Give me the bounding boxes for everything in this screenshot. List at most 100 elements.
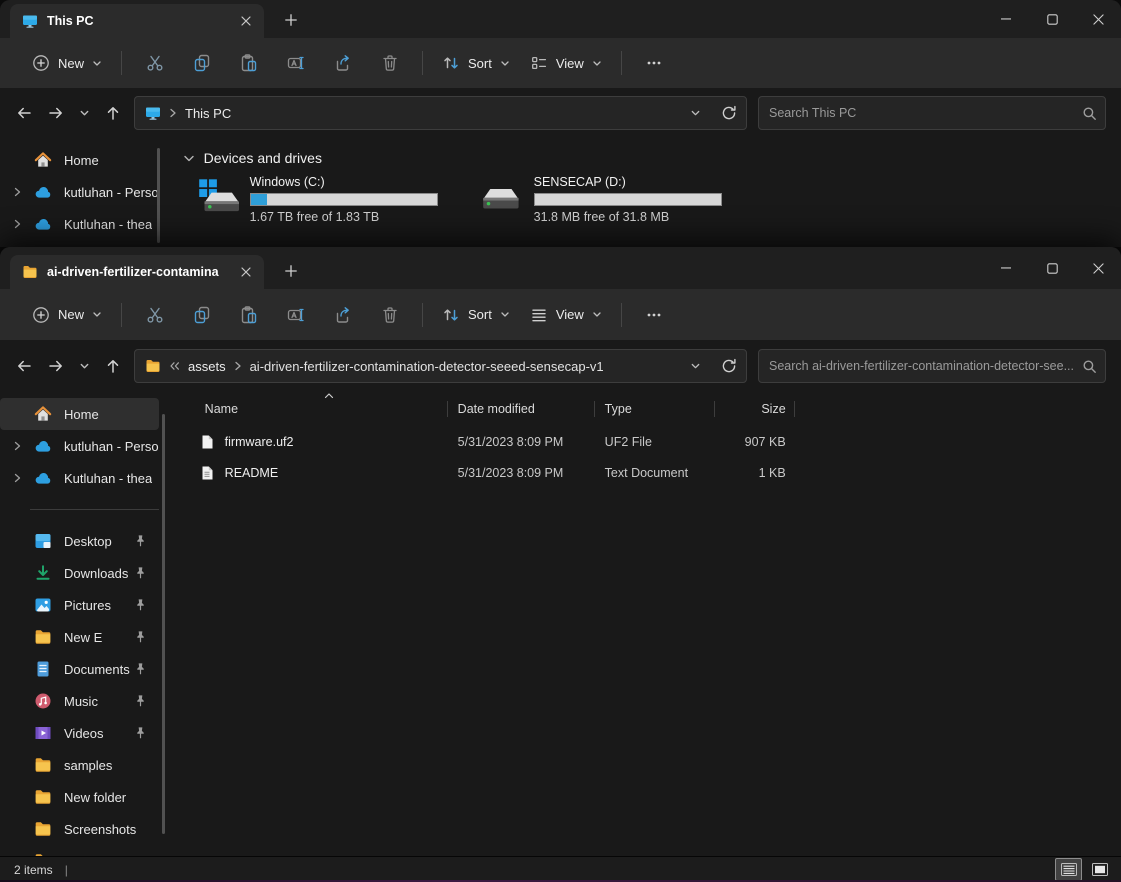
sidebar-item-screenshots[interactable]: Screenshots	[0, 813, 159, 845]
maximize-button[interactable]	[1029, 247, 1075, 289]
sidebar-item-onedrive-work[interactable]: Kutluhan - thea	[0, 208, 159, 240]
sidebar-item-downloads[interactable]: Downloads	[0, 557, 159, 589]
sidebar-item-home[interactable]: Home	[0, 398, 159, 430]
sidebar-item-videos[interactable]: Videos	[0, 717, 159, 749]
sort-button[interactable]: Sort	[432, 300, 520, 330]
address-bar[interactable]: assets ai-driven-fertilizer-contaminatio…	[134, 349, 747, 383]
address-bar[interactable]: This PC	[134, 96, 747, 130]
breadcrumb-assets[interactable]: assets	[188, 359, 226, 374]
sidebar-item-onedrive-personal[interactable]: kutluhan - Perso	[0, 176, 159, 208]
expand-chevron-icon[interactable]	[13, 219, 22, 229]
delete-button[interactable]	[366, 45, 413, 81]
tab-folder[interactable]: ai-driven-fertilizer-contamina	[10, 255, 264, 289]
recent-locations-button[interactable]	[72, 97, 97, 129]
sidebar-item-onedrive-personal[interactable]: kutluhan - Perso	[0, 430, 159, 462]
close-button[interactable]	[1075, 0, 1121, 38]
thumbnail-view-icon	[1092, 863, 1108, 876]
desktop-icon	[34, 532, 52, 550]
up-button[interactable]	[97, 97, 129, 129]
breadcrumb-current-folder[interactable]: ai-driven-fertilizer-contamination-detec…	[250, 359, 604, 374]
new-button[interactable]: New	[22, 48, 112, 78]
sidebar-item-new-folder[interactable]: New folder	[0, 781, 159, 813]
sidebar-item-samples[interactable]: samples	[0, 749, 159, 781]
folder-icon	[34, 756, 52, 774]
address-dropdown-button[interactable]	[682, 100, 708, 126]
column-header-size[interactable]: Size	[715, 392, 795, 426]
search-input[interactable]	[769, 106, 1082, 120]
onedrive-cloud-icon	[34, 471, 52, 486]
toolbar-divider	[121, 51, 122, 75]
more-options-button[interactable]	[631, 297, 678, 333]
share-button[interactable]	[319, 45, 366, 81]
forward-button[interactable]	[40, 350, 72, 382]
tab-this-pc[interactable]: This PC	[10, 4, 264, 38]
file-row-firmware[interactable]: firmware.uf2 5/31/2023 8:09 PM UF2 File …	[185, 426, 1121, 457]
tab-close-button[interactable]	[234, 9, 258, 33]
rename-button[interactable]	[272, 45, 319, 81]
breadcrumb-this-pc[interactable]: This PC	[185, 106, 231, 121]
view-button[interactable]: View	[520, 300, 612, 330]
back-button[interactable]	[8, 97, 40, 129]
delete-button[interactable]	[366, 297, 413, 333]
minimize-button[interactable]	[983, 0, 1029, 38]
new-tab-button[interactable]	[276, 5, 306, 35]
sidebar-item-documents[interactable]: Documents	[0, 653, 159, 685]
sidebar-item-home[interactable]: Home	[0, 144, 159, 176]
copy-button[interactable]	[178, 45, 225, 81]
details-view-toggle[interactable]	[1055, 858, 1082, 881]
ellipsis-icon	[645, 306, 663, 324]
paste-button[interactable]	[225, 45, 272, 81]
back-button[interactable]	[8, 350, 40, 382]
column-header-type[interactable]: Type	[595, 392, 715, 426]
copy-button[interactable]	[178, 297, 225, 333]
cut-button[interactable]	[131, 45, 178, 81]
sidebar-item-label: kutluhan - Perso	[64, 439, 159, 454]
sidebar-item-onedrive-work[interactable]: Kutluhan - thea	[0, 462, 159, 494]
paste-button[interactable]	[225, 297, 272, 333]
file-name: README	[225, 466, 278, 480]
sidebar-item-label: Documents	[64, 662, 130, 677]
maximize-button[interactable]	[1029, 0, 1075, 38]
new-button[interactable]: New	[22, 300, 112, 330]
forward-button[interactable]	[40, 97, 72, 129]
minimize-button[interactable]	[983, 247, 1029, 289]
tab-strip: ai-driven-fertilizer-contamina	[0, 247, 1121, 289]
status-divider: |	[65, 863, 68, 877]
sidebar-scrollbar[interactable]	[157, 148, 160, 243]
sidebar-item-desktop[interactable]: Desktop	[0, 525, 159, 557]
cut-button[interactable]	[131, 297, 178, 333]
section-devices-and-drives[interactable]: Devices and drives	[183, 150, 1121, 166]
view-button[interactable]: View	[520, 48, 612, 78]
search-input[interactable]	[769, 359, 1082, 373]
close-button[interactable]	[1075, 247, 1121, 289]
sidebar-item-pictures[interactable]: Pictures	[0, 589, 159, 621]
sidebar-item-new-e[interactable]: New E	[0, 621, 159, 653]
thumbnail-view-toggle[interactable]	[1086, 858, 1113, 881]
refresh-button[interactable]	[716, 100, 742, 126]
sort-button-label: Sort	[468, 307, 492, 322]
sort-button-label: Sort	[468, 56, 492, 71]
more-options-button[interactable]	[631, 45, 678, 81]
drive-sensecap-d[interactable]: SENSECAP (D:) 31.8 MB free of 31.8 MB	[477, 175, 731, 224]
new-button-label: New	[58, 307, 84, 322]
column-header-name[interactable]: Name	[185, 392, 448, 426]
recent-locations-button[interactable]	[72, 350, 97, 382]
expand-chevron-icon[interactable]	[13, 441, 22, 451]
rename-button[interactable]	[272, 297, 319, 333]
this-pc-icon	[145, 105, 161, 121]
up-button[interactable]	[97, 350, 129, 382]
sort-button[interactable]: Sort	[432, 48, 520, 78]
expand-chevron-icon[interactable]	[13, 473, 22, 483]
column-header-date-modified[interactable]: Date modified	[448, 392, 595, 426]
sort-icon	[442, 54, 460, 72]
address-dropdown-button[interactable]	[682, 353, 708, 379]
tab-close-button[interactable]	[234, 260, 258, 284]
expand-chevron-icon[interactable]	[13, 187, 22, 197]
sidebar-scrollbar[interactable]	[162, 414, 165, 834]
share-button[interactable]	[319, 297, 366, 333]
refresh-button[interactable]	[716, 353, 742, 379]
drive-windows-c[interactable]: Windows (C:) 1.67 TB free of 1.83 TB	[193, 175, 447, 224]
file-row-readme[interactable]: README 5/31/2023 8:09 PM Text Document 1…	[185, 457, 1121, 488]
new-tab-button[interactable]	[276, 256, 306, 286]
sidebar-item-music[interactable]: Music	[0, 685, 159, 717]
